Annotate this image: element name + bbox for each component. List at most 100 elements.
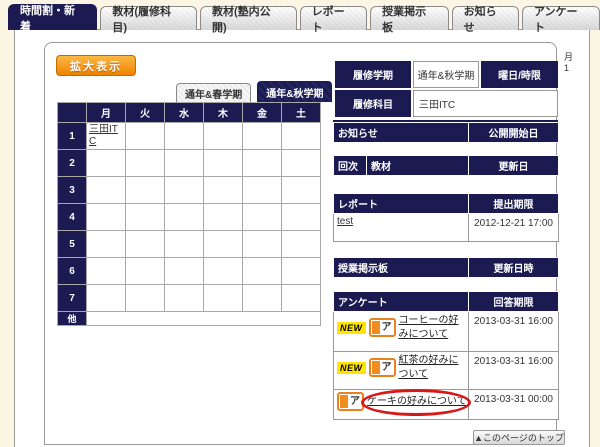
timetable-row-2: 2 xyxy=(58,150,321,177)
timetable-corner-cell xyxy=(58,103,87,123)
survey-icon: ア xyxy=(369,318,396,337)
content-panel: 拡大表示 通年&春学期 通年&秋学期 月 火 水 木 金 土 1 三田ITC xyxy=(14,29,590,447)
timetable-row-other: 他 xyxy=(58,312,321,326)
page-top-button[interactable]: ▲このページのトップ xyxy=(473,430,565,445)
timetable-cell xyxy=(165,231,204,258)
tab-reports[interactable]: レポート xyxy=(300,6,368,30)
survey-icon: ア xyxy=(337,392,364,411)
timetable-grid: 月 火 水 木 金 土 1 三田ITC 2 3 4 xyxy=(57,102,321,326)
surveys-date-header: 回答期限 xyxy=(469,292,559,312)
timetable-cell xyxy=(165,177,204,204)
timetable-cell xyxy=(282,231,321,258)
survey-icon-bar xyxy=(340,395,348,408)
semester-value: 通年&秋学期 xyxy=(413,61,479,88)
timetable-cell xyxy=(282,285,321,312)
survey-icon-char: ア xyxy=(380,363,394,373)
slot-value-period: 1 xyxy=(564,63,573,74)
timetable-cell xyxy=(243,177,282,204)
period-label: 7 xyxy=(58,285,87,312)
notices-date-header: 公開開始日 xyxy=(469,123,559,143)
reports-date-header: 提出期限 xyxy=(469,194,559,214)
day-header: 金 xyxy=(243,103,282,123)
timetable-cell xyxy=(204,204,243,231)
survey-deadline: 2013-03-31 16:00 xyxy=(469,352,559,390)
timetable-row-6: 6 xyxy=(58,258,321,285)
timetable-cell xyxy=(204,177,243,204)
surveys-title: アンケート xyxy=(334,292,469,312)
timetable-cell xyxy=(165,123,204,150)
report-deadline: 2012-12-21 17:00 xyxy=(469,214,559,242)
survey-link-tea[interactable]: 紅茶の好みについて xyxy=(399,354,465,381)
timetable-cell xyxy=(204,258,243,285)
timetable-cell xyxy=(282,123,321,150)
timetable-cell xyxy=(282,177,321,204)
main-tab-bar: 時間割・新着 教材(履修科目) 教材(塾内公開) レポート 授業掲示板 お知らせ… xyxy=(8,4,600,30)
timetable-frame: 拡大表示 通年&春学期 通年&秋学期 月 火 水 木 金 土 1 三田ITC xyxy=(44,42,557,445)
timetable-cell xyxy=(204,231,243,258)
reports-table: レポート 提出期限 test 2012-12-21 17:00 xyxy=(333,193,559,242)
timetable-cell xyxy=(87,177,126,204)
timetable-other-cell xyxy=(87,312,321,326)
new-badge: NEW xyxy=(337,322,366,334)
tab-notices[interactable]: お知らせ xyxy=(452,6,519,30)
slot-value-day: 月 xyxy=(564,52,573,63)
period-label: 6 xyxy=(58,258,87,285)
day-header: 火 xyxy=(126,103,165,123)
timetable-cell xyxy=(87,258,126,285)
survey-link-cake[interactable]: ケーキの好みについて xyxy=(367,395,467,409)
period-label: 5 xyxy=(58,231,87,258)
timetable-cell xyxy=(243,150,282,177)
tab-materials-public[interactable]: 教材(塾内公開) xyxy=(200,6,297,30)
tab-materials-courses[interactable]: 教材(履修科目) xyxy=(100,6,197,30)
timetable-cell xyxy=(87,204,126,231)
semester-label: 履修学期 xyxy=(335,61,411,88)
timetable-row-5: 5 xyxy=(58,231,321,258)
survey-name-cell: NEW ア コーヒーの好みについて xyxy=(334,312,469,352)
reports-title: レポート xyxy=(334,194,469,214)
day-header: 木 xyxy=(204,103,243,123)
report-link[interactable]: test xyxy=(337,216,353,227)
materials-round-header: 回次 xyxy=(334,156,367,176)
timetable-cell xyxy=(165,285,204,312)
survey-row: NEW ア コーヒーの好みについて 2013-03-31 16:00 xyxy=(334,312,559,352)
timetable-cell xyxy=(204,123,243,150)
tab-class-board[interactable]: 授業掲示板 xyxy=(370,6,448,30)
timetable-cell xyxy=(126,285,165,312)
day-header: 水 xyxy=(165,103,204,123)
timetable-cell xyxy=(243,258,282,285)
survey-icon: ア xyxy=(369,358,396,377)
survey-link-coffee[interactable]: コーヒーの好みについて xyxy=(399,314,465,341)
tab-surveys[interactable]: アンケート xyxy=(522,6,600,30)
survey-name-cell: ア ケーキの好みについて xyxy=(334,390,469,420)
survey-deadline: 2013-03-31 00:00 xyxy=(469,390,559,420)
course-link[interactable]: 三田ITC xyxy=(87,123,125,149)
timetable-cell xyxy=(87,150,126,177)
course-info-table: 履修学期 通年&秋学期 曜日/時限 履修科目 三田ITC xyxy=(333,59,558,123)
timetable-cell xyxy=(282,150,321,177)
timetable-cell xyxy=(126,231,165,258)
timetable-cell xyxy=(165,204,204,231)
materials-table: 回次 教材 更新日 xyxy=(333,155,559,176)
timetable-cell: 三田ITC xyxy=(87,123,126,150)
timetable-cell xyxy=(243,231,282,258)
tab-semester-spring[interactable]: 通年&春学期 xyxy=(176,83,251,102)
zoom-display-button[interactable]: 拡大表示 xyxy=(56,55,136,76)
timetable-cell xyxy=(204,150,243,177)
period-label: 4 xyxy=(58,204,87,231)
tab-semester-fall[interactable]: 通年&秋学期 xyxy=(257,81,332,102)
board-title: 授業掲示板 xyxy=(334,258,469,278)
course-label: 履修科目 xyxy=(335,90,411,117)
survey-row: ア ケーキの好みについて 2013-03-31 00:00 xyxy=(334,390,559,420)
timetable-header-row: 月 火 水 木 金 土 xyxy=(58,103,321,123)
timetable-cell xyxy=(165,258,204,285)
notices-title: お知らせ xyxy=(334,123,469,143)
slot-value: 月 1 xyxy=(564,52,573,75)
timetable-cell xyxy=(126,123,165,150)
tab-timetable-new[interactable]: 時間割・新着 xyxy=(8,4,97,30)
day-header: 土 xyxy=(282,103,321,123)
slot-label: 曜日/時限 xyxy=(481,61,558,88)
period-label: 2 xyxy=(58,150,87,177)
timetable-cell xyxy=(165,150,204,177)
timetable-row-1: 1 三田ITC xyxy=(58,123,321,150)
notices-table: お知らせ 公開開始日 xyxy=(333,122,559,143)
